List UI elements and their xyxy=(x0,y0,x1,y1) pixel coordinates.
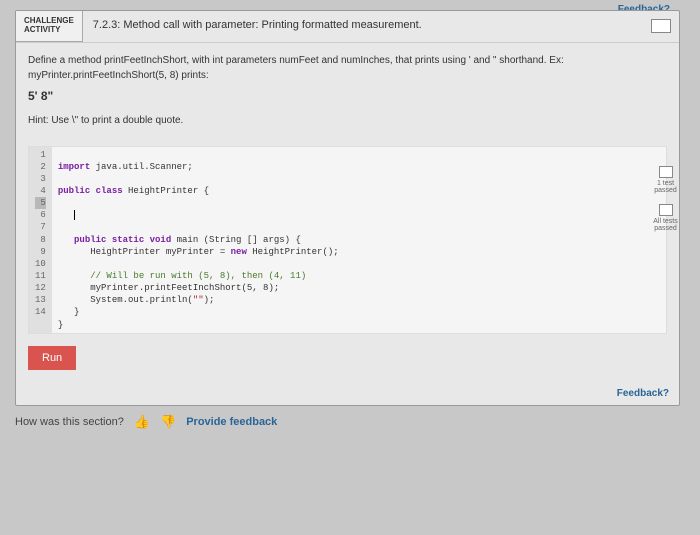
hint-text: Hint: Use \" to print a double quote. xyxy=(28,113,667,128)
thumbs-up-icon[interactable]: 👍 xyxy=(134,414,150,430)
code-l3: public class HeightPrinter { xyxy=(58,186,209,196)
line-gutter: 123456 7891011121314 xyxy=(29,147,52,333)
run-button[interactable]: Run xyxy=(28,346,76,370)
provide-feedback-link[interactable]: Provide feedback xyxy=(186,416,277,428)
desc-line2: myPrinter.printFeetInchShort(5, 8) print… xyxy=(28,68,667,83)
code-l1: import java.util.Scanner; xyxy=(58,162,193,172)
challenge-tag-l2: ACTIVITY xyxy=(24,26,74,35)
challenge-title: 7.2.3: Method call with parameter: Print… xyxy=(83,11,651,42)
code-l13: } xyxy=(58,307,80,317)
all-tests-box xyxy=(659,204,673,216)
activity-description: Define a method printFeetInchShort, with… xyxy=(16,43,679,136)
desc-line1: Define a method printFeetInchShort, with… xyxy=(28,53,667,68)
activity-header: CHALLENGE ACTIVITY 7.2.3: Method call wi… xyxy=(16,11,679,43)
thumbs-down-icon[interactable]: 👎 xyxy=(160,414,176,430)
challenge-tag: CHALLENGE ACTIVITY xyxy=(16,11,83,42)
one-test-label: 1 test passed xyxy=(648,180,683,194)
section-feedback-bar: How was this section? 👍 👎 Provide feedba… xyxy=(15,414,680,430)
all-tests-label: All tests passed xyxy=(648,218,683,232)
code-l5 xyxy=(58,210,75,220)
code-l14: } xyxy=(58,320,63,330)
test-status-sidebar: 1 test passed All tests passed xyxy=(648,166,683,242)
code-l8: HeightPrinter myPrinter = new HeightPrin… xyxy=(58,247,339,257)
activity-panel: CHALLENGE ACTIVITY 7.2.3: Method call wi… xyxy=(15,10,680,406)
code-content[interactable]: import java.util.Scanner; public class H… xyxy=(52,147,666,333)
section-question: How was this section? xyxy=(15,416,124,428)
one-test-box xyxy=(659,166,673,178)
code-l12: System.out.println(""); xyxy=(58,295,215,305)
progress-box xyxy=(651,19,671,33)
code-l11: myPrinter.printFeetInchShort(5, 8); xyxy=(58,283,279,293)
code-l7: public static void main (String [] args)… xyxy=(58,235,301,245)
code-l10: // Will be run with (5, 8), then (4, 11) xyxy=(58,271,306,281)
feedback-link-bottom[interactable]: Feedback? xyxy=(16,382,679,405)
code-editor[interactable]: 123456 7891011121314 import java.util.Sc… xyxy=(28,146,667,334)
example-output: 5' 8" xyxy=(28,87,667,105)
